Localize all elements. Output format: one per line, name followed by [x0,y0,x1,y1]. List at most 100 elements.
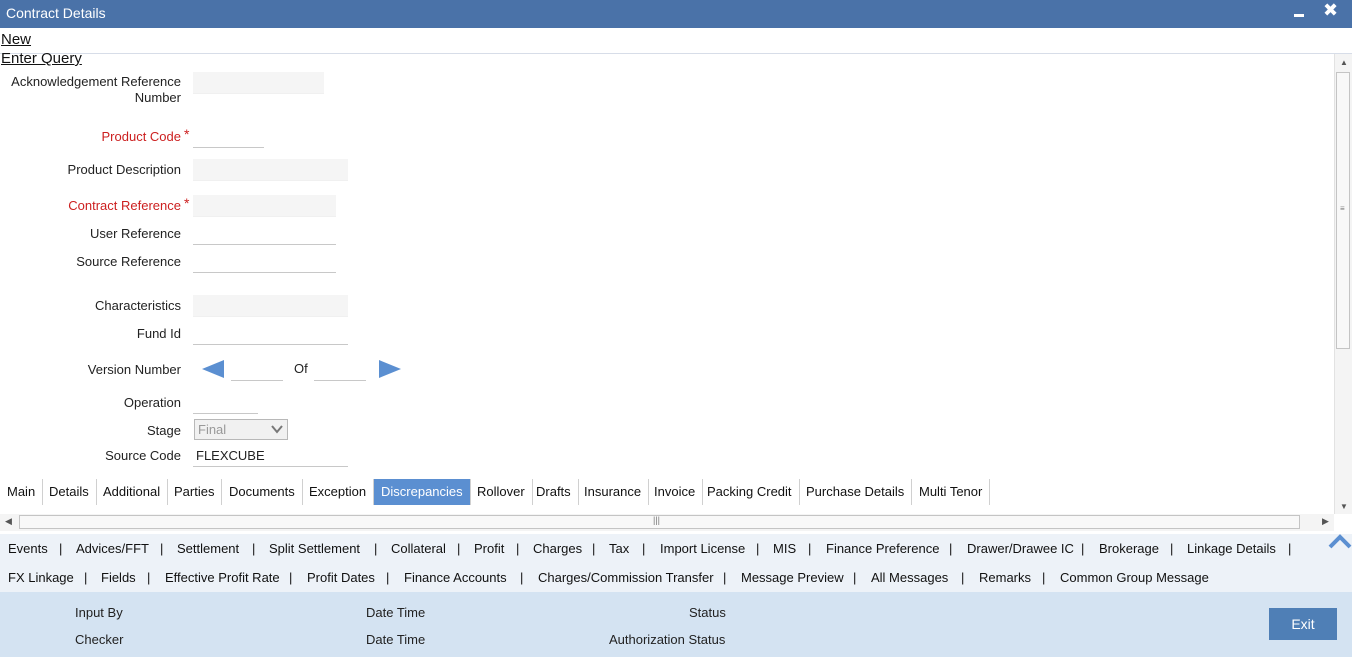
link-finance-preference[interactable]: Finance Preference [826,541,939,556]
user-reference-label: User Reference [89,226,181,241]
link-effective-profit-rate[interactable]: Effective Profit Rate [165,570,280,585]
characteristics-label: Characteristics [95,298,181,313]
tab-documents[interactable]: Documents [222,479,303,505]
link-separator: | [516,541,520,556]
link-separator: | [147,570,151,585]
source-reference-field[interactable] [193,251,336,273]
stage-select-value: Final [198,422,227,437]
operation-label: Operation [123,395,181,410]
ack-ref-field[interactable] [193,72,324,94]
audit-footer: Input By Date Time Status Checker Date T… [0,592,1352,657]
version-number-field[interactable] [231,359,283,381]
vertical-scrollbar[interactable]: ▲ ≡ ▼ [1334,54,1352,514]
tab-drafts[interactable]: Drafts [529,479,579,505]
link-settlement[interactable]: Settlement [177,541,239,556]
link-separator: | [756,541,760,556]
link-separator: | [642,541,646,556]
link-charges[interactable]: Charges [533,541,582,556]
link-tax[interactable]: Tax [609,541,629,556]
link-profit[interactable]: Profit [474,541,504,556]
scroll-right-icon[interactable]: ▶ [1322,516,1329,527]
link-separator: | [160,541,164,556]
link-mis[interactable]: MIS [773,541,796,556]
link-advices-fft[interactable]: Advices/FFT [76,541,149,556]
tab-packing-credit[interactable]: Packing Credit [700,479,800,505]
operation-field[interactable] [193,392,258,414]
product-code-label: Product Code [101,129,182,144]
link-fx-linkage[interactable]: FX Linkage [8,570,74,585]
minimize-icon[interactable] [1294,14,1304,17]
tab-discrepancies[interactable]: Discrepancies [374,479,471,505]
link-message-preview[interactable]: Message Preview [741,570,844,585]
date-time-label: Date Time [366,605,426,620]
new-link[interactable]: New [1,31,31,48]
tab-rollover[interactable]: Rollover [470,479,533,505]
fund-id-field[interactable] [193,323,348,345]
chevron-down-icon [271,425,283,434]
product-code-field[interactable] [193,126,264,148]
link-fields[interactable]: Fields [101,570,136,585]
exit-button[interactable]: Exit [1269,608,1337,640]
input-by-label: Input By [75,605,123,620]
link-separator: | [1081,541,1085,556]
link-separator: | [1170,541,1174,556]
link-separator: | [853,570,857,585]
collapse-up-icon[interactable] [1327,533,1352,551]
link-finance-accounts[interactable]: Finance Accounts [404,570,507,585]
tab-exception[interactable]: Exception [302,479,375,505]
tab-parties[interactable]: Parties [167,479,223,505]
version-total-field[interactable] [314,359,366,381]
source-code-label: Source Code [105,448,181,463]
characteristics-field[interactable] [193,295,348,317]
contract-reference-field[interactable] [193,195,336,217]
link-separator: | [1288,541,1292,556]
link-remarks[interactable]: Remarks [979,570,1031,585]
tab-purchase-details[interactable]: Purchase Details [799,479,913,505]
source-code-field[interactable]: FLEXCUBE [193,445,348,467]
link-import-license[interactable]: Import License [660,541,745,556]
horizontal-grip-icon: ||| [653,515,661,525]
scroll-left-icon[interactable]: ◀ [5,516,12,527]
link-all-messages[interactable]: All Messages [871,570,948,585]
link-separator: | [520,570,524,585]
stage-select[interactable]: Final [194,419,288,440]
link-separator: | [949,541,953,556]
link-separator: | [59,541,63,556]
tab-additional[interactable]: Additional [96,479,169,505]
next-version-icon[interactable] [378,359,402,379]
ack-ref-label-line2: Number [134,90,181,105]
link-common-group-message[interactable]: Common Group Message [1060,570,1209,585]
link-separator: | [1042,570,1046,585]
tab-multi-tenor[interactable]: Multi Tenor [912,479,991,505]
links-row-1: Events | Advices/FFT | Settlement | Spli… [0,534,1352,563]
source-reference-label: Source Reference [76,254,181,269]
contract-reference-label: Contract Reference [68,198,181,213]
tab-details[interactable]: Details [42,479,97,505]
link-profit-dates[interactable]: Profit Dates [307,570,375,585]
tab-insurance[interactable]: Insurance [577,479,650,505]
version-number-label: Version Number [87,362,181,377]
tab-main[interactable]: Main [0,479,44,505]
link-collateral[interactable]: Collateral [391,541,446,556]
link-brokerage[interactable]: Brokerage [1099,541,1159,556]
close-icon[interactable]: ✖ [1323,1,1338,19]
tab-bar: Main Details Additional Parties Document… [0,479,1334,506]
fund-id-label: Fund Id [136,326,181,341]
link-linkage-details[interactable]: Linkage Details [1187,541,1276,556]
product-description-field[interactable] [193,159,348,181]
link-drawer-drawee-ic[interactable]: Drawer/Drawee IC [967,541,1074,556]
scroll-up-icon[interactable]: ▲ [1340,58,1348,67]
authorization-status-label: Authorization Status [609,632,726,647]
link-charges-commission-transfer[interactable]: Charges/Commission Transfer [538,570,714,585]
previous-version-icon[interactable] [201,359,225,379]
window-title: Contract Details [6,5,106,21]
horizontal-scrollbar[interactable]: ◀ ||| ▶ [0,514,1334,531]
link-events[interactable]: Events [8,541,48,556]
scroll-down-icon[interactable]: ▼ [1340,502,1348,511]
link-separator: | [723,570,727,585]
user-reference-field[interactable] [193,223,336,245]
tab-invoice[interactable]: Invoice [647,479,704,505]
vertical-grip-icon: ≡ [1340,204,1345,213]
link-separator: | [252,541,256,556]
link-split-settlement[interactable]: Split Settlement [269,541,360,556]
